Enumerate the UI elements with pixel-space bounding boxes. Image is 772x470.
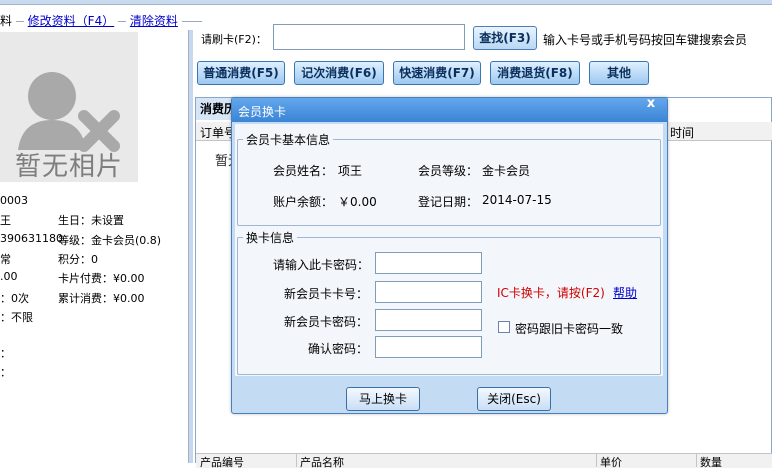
validity: ：不限 [0,311,33,324]
member-name-value: 项王 [338,164,363,178]
divider [181,21,202,22]
new-card-no-label: 新会员卡卡号： [283,287,368,301]
new-card-password-label: 新会员卡密码： [283,315,368,329]
member-links-bar: 料 修改资料（F4） 清除资料 [0,12,202,30]
info-line: 0003 [0,194,28,207]
basic-info-group [237,139,661,226]
product-column-header: 产品编号 [200,456,244,469]
column-divider [596,453,597,467]
close-dialog-button[interactable]: 关闭(Esc) [477,387,551,411]
member-level-value: 金卡会员 [482,164,531,178]
search-hint: 输入卡号或手机号码按回车键搜索会员 [543,33,748,47]
info-line: ： [0,366,11,379]
birthday: 生日：未设置 [58,214,124,227]
status: 常 [0,253,11,266]
search-button[interactable]: 查找(F3) [473,26,537,50]
card-label: 请刷卡(F2)： [201,33,267,46]
info-line: ： [0,347,11,360]
balance: .00 [0,270,18,283]
new-card-no-input[interactable] [375,281,482,303]
phone: 390631180 [0,232,63,245]
confirm-password-input[interactable] [375,336,482,358]
product-column-header: 产品名称 [300,456,344,469]
tab-other[interactable]: 其他 [589,61,649,85]
top-border [0,0,772,5]
product-table-header [196,453,772,468]
info-left: 王 [0,214,11,227]
confirm-change-button[interactable]: 马上换卡 [346,387,420,411]
time-column-header: 时间 [670,126,695,140]
tab-normal-consume[interactable]: 普通消费(F5) [197,61,285,85]
ic-card-hint: IC卡换卡，请按(F2) [497,286,605,300]
change-card-title: 换卡信息 [243,229,298,246]
new-card-password-input[interactable] [375,309,482,331]
balance-label: 账户余额： [273,195,334,209]
visit-count: ：0次 [0,292,29,305]
card-fee: 卡片付费：¥0.00 [58,272,145,285]
links-fragment: 料 [0,14,13,28]
divider [118,21,127,22]
tab-count-consume[interactable]: 记次消费(F6) [294,61,384,85]
dialog-titlebar[interactable] [232,98,667,122]
register-date-label: 登记日期： [418,195,479,209]
current-password-input[interactable] [375,252,482,274]
edit-profile-link[interactable]: 修改资料（F4） [28,14,115,28]
same-password-checkbox[interactable] [498,321,510,333]
help-link[interactable]: 帮助 [613,284,637,301]
tab-quick-consume[interactable]: 快速消费(F7) [393,61,481,85]
dialog-button-row [235,378,663,410]
member-level-label: 会员等级： [418,164,479,178]
same-password-label[interactable]: 密码跟旧卡密码一致 [515,320,623,337]
total-spend: 累计消费：¥0.00 [58,292,145,305]
current-password-label: 请输入此卡密码： [273,258,370,272]
info-left: 0003 [0,194,28,207]
column-divider [296,453,297,467]
product-column-header: 数量 [700,456,722,469]
divider [15,21,24,22]
no-photo-label: 暂无相片 [14,152,123,182]
balance-value: ￥0.00 [338,195,377,209]
product-column-header: 单价 [600,456,622,469]
close-icon[interactable]: x [642,97,660,112]
tab-return[interactable]: 消费退货(F8) [490,61,580,85]
basic-info-title: 会员卡基本信息 [243,131,334,148]
clear-profile-link[interactable]: 清除资料 [130,14,178,28]
confirm-password-label: 确认密码： [307,342,368,356]
member-level: 等级：金卡会员(0.8) [58,234,162,247]
dialog-title: 会员换卡 [238,105,287,119]
member-name-label: 会员姓名： [273,164,334,178]
info-line: 王 [0,212,11,228]
card-input[interactable] [273,24,465,50]
points: 积分：0 [58,253,98,266]
register-date-value: 2014-07-15 [482,193,552,207]
panel-splitter[interactable] [188,30,193,463]
column-divider [696,453,697,467]
